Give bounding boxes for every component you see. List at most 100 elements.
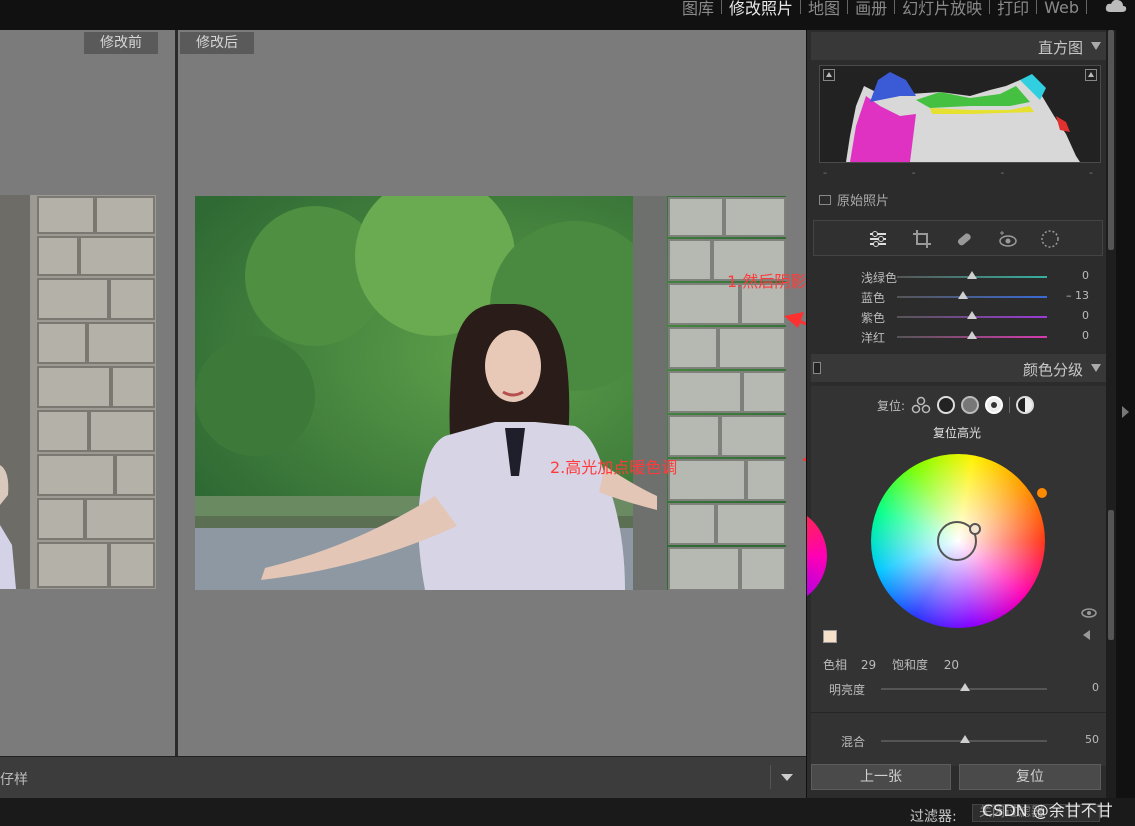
module-develop[interactable]: 修改照片 bbox=[722, 0, 800, 19]
original-photo-checkbox[interactable] bbox=[819, 194, 831, 205]
hue-label: 色相 bbox=[823, 658, 848, 672]
histogram-tick: - bbox=[823, 166, 827, 179]
midtones-wheel-icon[interactable] bbox=[961, 396, 980, 414]
luminance-knob[interactable] bbox=[960, 683, 970, 691]
neighbor-wheel-fill bbox=[807, 506, 827, 606]
histogram-tick: - bbox=[1089, 166, 1093, 179]
color-grading-body: 复位: 复位高光 色相 29 饱和度 20 明亮度 0 混合 50 bbox=[807, 386, 1107, 766]
expand-left-icon[interactable] bbox=[1083, 630, 1090, 640]
filter-label: 过滤器: bbox=[910, 809, 957, 825]
hsl-row-value[interactable]: 0 bbox=[1082, 269, 1089, 282]
develop-sliders-icon[interactable] bbox=[868, 229, 888, 249]
hsl-row-value[interactable]: 0 bbox=[1082, 329, 1089, 342]
shadow-clipping-icon[interactable] bbox=[823, 69, 835, 81]
color-grading-header[interactable]: 颜色分级 bbox=[811, 354, 1107, 382]
hsl-row-label: 洋红 bbox=[861, 331, 886, 345]
toolbar-label: 仔样 bbox=[0, 772, 28, 788]
view-toolbar: 仔样 bbox=[0, 756, 806, 798]
blending-label: 混合 bbox=[841, 735, 866, 749]
right-panel-scrollbar[interactable] bbox=[1106, 30, 1116, 798]
reset-button[interactable]: 复位 bbox=[959, 764, 1101, 790]
saturation-value[interactable]: 20 bbox=[944, 658, 959, 672]
hsl-row-knob[interactable] bbox=[967, 331, 977, 339]
hsl-row[interactable]: 洋红 0 bbox=[819, 328, 1105, 346]
pane-divider bbox=[175, 30, 178, 756]
hsl-row[interactable]: 蓝色 – 13 bbox=[819, 288, 1105, 306]
collapse-triangle-icon[interactable] bbox=[1091, 42, 1101, 50]
shadows-wheel-icon[interactable] bbox=[937, 396, 956, 414]
blending-slider[interactable]: 混合 50 bbox=[819, 732, 1101, 750]
module-print[interactable]: 打印 bbox=[990, 0, 1036, 19]
eye-icon[interactable] bbox=[1081, 606, 1097, 620]
cloud-icon[interactable] bbox=[1105, 0, 1127, 14]
mode-tooltip: 复位高光 bbox=[933, 426, 982, 440]
module-map[interactable]: 地图 bbox=[801, 0, 847, 19]
watermark: CSDN @余甘不甘 bbox=[982, 801, 1113, 820]
highlight-clipping-icon[interactable] bbox=[1085, 69, 1097, 81]
histogram bbox=[819, 65, 1101, 163]
blending-knob[interactable] bbox=[960, 735, 970, 743]
mode-separator bbox=[1009, 397, 1011, 413]
neighbor-wheel bbox=[807, 506, 827, 606]
hue-indicator-dot[interactable] bbox=[1037, 488, 1047, 498]
histogram-header[interactable]: 直方图 bbox=[811, 32, 1107, 60]
original-photo-label: 原始照片 bbox=[837, 194, 890, 209]
loupe-view: 修改前 修改后 2.高光加点暖色调 bbox=[0, 30, 916, 756]
hsl-row-value[interactable]: – 13 bbox=[1066, 289, 1089, 302]
hsl-row-label: 蓝色 bbox=[861, 291, 886, 305]
luminance-slider[interactable]: 明亮度 0 bbox=[819, 680, 1101, 698]
grading-mode-row: 复位: bbox=[877, 392, 1035, 418]
right-edge-strip bbox=[1116, 30, 1135, 798]
redeye-icon[interactable] bbox=[998, 229, 1018, 249]
histogram-readout: - - - - bbox=[823, 166, 1093, 179]
module-library[interactable]: 图库 bbox=[675, 0, 721, 19]
hsl-row-label: 紫色 bbox=[861, 311, 886, 325]
heal-icon[interactable] bbox=[954, 229, 974, 249]
after-photo[interactable] bbox=[195, 196, 786, 590]
three-way-icon[interactable] bbox=[911, 395, 931, 415]
module-bar: 图库 修改照片 地图 画册 幻灯片放映 打印 Web bbox=[0, 0, 1135, 30]
histogram-graph bbox=[846, 72, 1080, 162]
collapse-triangle-icon[interactable] bbox=[1091, 364, 1101, 372]
luminance-label: 明亮度 bbox=[829, 683, 866, 697]
hue-value[interactable]: 29 bbox=[861, 658, 876, 672]
before-label: 修改前 bbox=[84, 32, 158, 54]
scrollbar-thumb[interactable] bbox=[1108, 510, 1114, 640]
after-label: 修改后 bbox=[180, 32, 254, 54]
hsl-row[interactable]: 浅绿色 0 bbox=[819, 268, 1105, 286]
hsl-row[interactable]: 紫色 0 bbox=[819, 308, 1105, 326]
highlights-dot bbox=[991, 402, 998, 408]
scrollbar-thumb-top[interactable] bbox=[1108, 30, 1114, 250]
crop-icon[interactable] bbox=[912, 229, 932, 249]
luminance-value[interactable]: 0 bbox=[1092, 681, 1099, 694]
show-original-toggle[interactable]: 原始照片 bbox=[819, 190, 889, 209]
histogram-title: 直方图 bbox=[1037, 39, 1083, 57]
color-grading-title: 颜色分级 bbox=[1022, 361, 1083, 379]
color-swatch[interactable] bbox=[823, 630, 837, 643]
toolbar-dropdown-button[interactable] bbox=[770, 765, 802, 789]
divider bbox=[811, 712, 1107, 713]
module-picker: 图库 修改照片 地图 画册 幻灯片放映 打印 Web bbox=[675, 0, 1087, 18]
hsl-row-knob[interactable] bbox=[958, 291, 968, 299]
panel-toggle-switch[interactable] bbox=[813, 362, 821, 374]
annotation-highlights: 2.高光加点暖色调 bbox=[550, 458, 678, 477]
blending-value[interactable]: 50 bbox=[1085, 733, 1099, 746]
global-wheel-icon[interactable] bbox=[1016, 396, 1035, 414]
hsl-row-value[interactable]: 0 bbox=[1082, 309, 1089, 322]
right-panel: 直方图 - - - - 原始照片 浅绿色 0 蓝色 – 13 紫色 0 洋红 0… bbox=[806, 30, 1116, 798]
arrow-head-1 bbox=[784, 312, 804, 328]
mask-icon[interactable] bbox=[1040, 229, 1060, 249]
hsl-row-label: 浅绿色 bbox=[861, 271, 898, 285]
previous-button[interactable]: 上一张 bbox=[811, 764, 951, 790]
module-slideshow[interactable]: 幻灯片放映 bbox=[895, 0, 989, 19]
module-web[interactable]: Web bbox=[1037, 0, 1086, 17]
hsl-row-knob[interactable] bbox=[967, 271, 977, 279]
wheel-handle[interactable] bbox=[969, 523, 981, 535]
hsl-row-track[interactable] bbox=[897, 296, 1047, 298]
adjust-label: 复位: bbox=[877, 398, 906, 413]
panel-expand-arrow-icon[interactable] bbox=[1122, 406, 1129, 418]
highlights-wheel-icon[interactable] bbox=[985, 396, 1004, 414]
hsl-row-knob[interactable] bbox=[967, 311, 977, 319]
before-photo[interactable] bbox=[0, 195, 156, 589]
module-book[interactable]: 画册 bbox=[848, 0, 894, 19]
